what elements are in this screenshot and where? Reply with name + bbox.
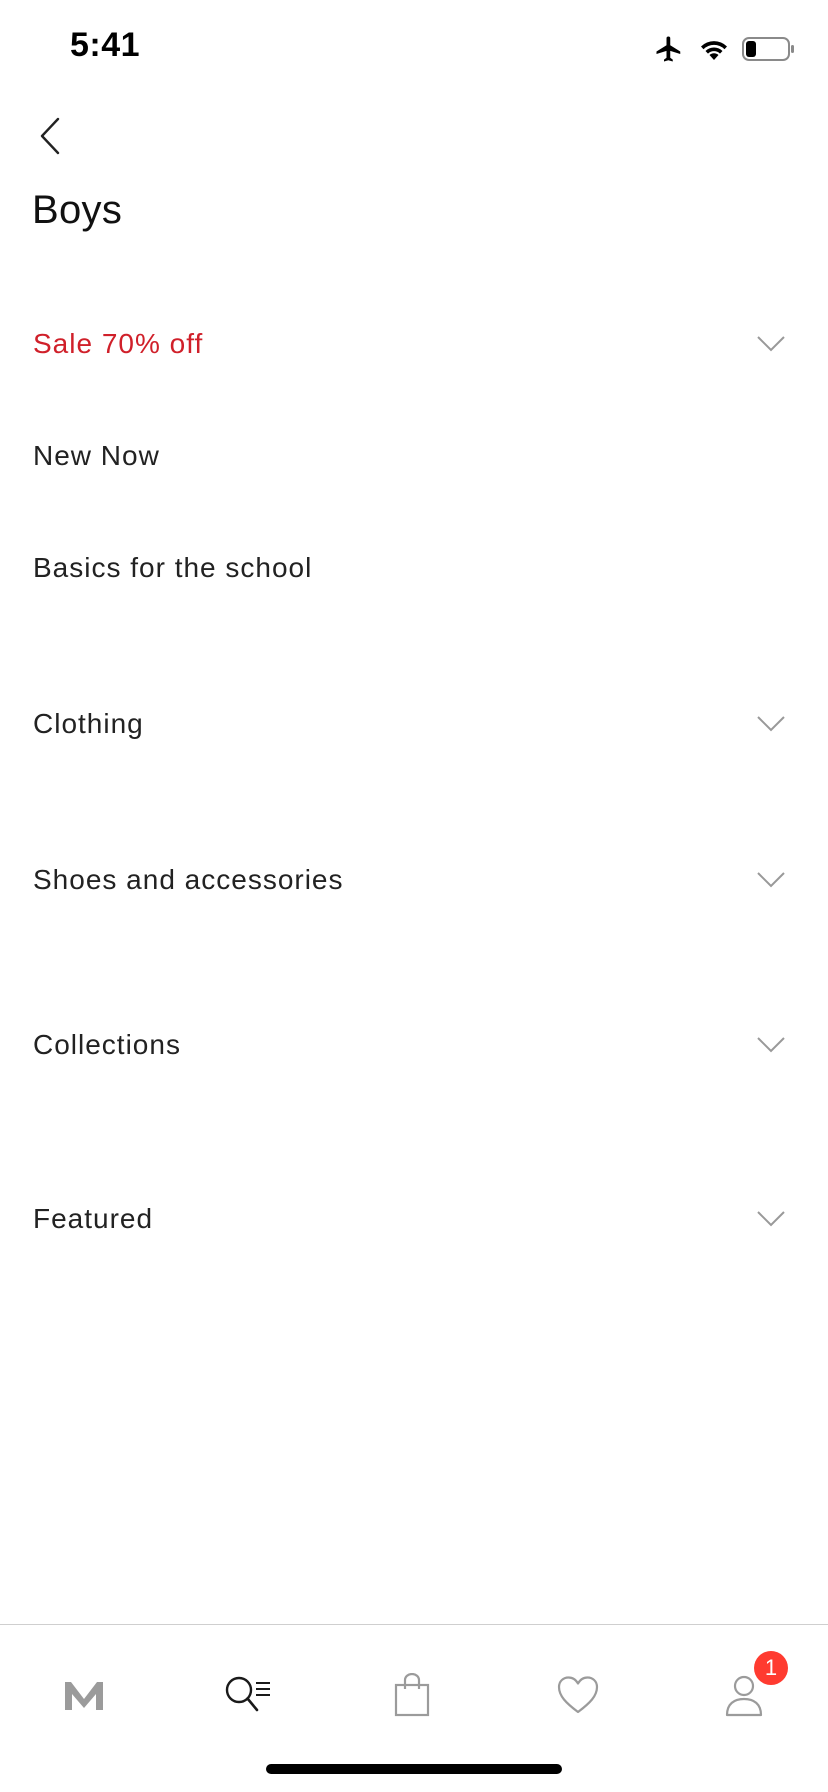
menu-item-label: Clothing bbox=[33, 708, 144, 739]
chevron-down-icon bbox=[757, 872, 785, 888]
status-bar: 5:41 bbox=[0, 0, 828, 100]
menu-item-label: Basics for the school bbox=[33, 552, 313, 583]
tab-favorites[interactable] bbox=[548, 1665, 608, 1725]
chevron-left-icon bbox=[38, 116, 62, 161]
menu-item-label: New Now bbox=[33, 440, 160, 471]
chevron-down-icon bbox=[757, 716, 785, 732]
wifi-icon bbox=[698, 36, 730, 62]
chevron-down-icon bbox=[757, 336, 785, 352]
notification-badge: 1 bbox=[754, 1651, 788, 1685]
menu-item-label: Collections bbox=[33, 1029, 181, 1060]
status-icons bbox=[652, 34, 796, 64]
menu-item-label: Sale 70% off bbox=[33, 328, 204, 359]
tab-search[interactable] bbox=[218, 1665, 278, 1725]
shopping-bag-icon bbox=[392, 1673, 432, 1717]
menu-item-collections[interactable]: Collections bbox=[0, 1005, 828, 1085]
menu-item-label: Shoes and accessories bbox=[33, 864, 344, 895]
menu-item-sale[interactable]: Sale 70% off bbox=[0, 304, 828, 384]
screen: 5:41 Boys Sale 70% off New Now Basics fo… bbox=[0, 0, 828, 1792]
menu-item-shoes-and-accessories[interactable]: Shoes and accessories bbox=[0, 840, 828, 920]
battery-icon bbox=[742, 36, 796, 62]
brand-logo-icon bbox=[62, 1677, 106, 1713]
menu-item-new-now[interactable]: New Now bbox=[0, 416, 828, 496]
menu-item-label: Featured bbox=[33, 1203, 154, 1234]
tab-profile[interactable]: 1 bbox=[714, 1651, 788, 1725]
tab-home[interactable] bbox=[54, 1665, 114, 1725]
page-title: Boys bbox=[32, 188, 123, 232]
airplane-icon bbox=[652, 34, 686, 64]
chevron-down-icon bbox=[757, 1037, 785, 1053]
heart-icon bbox=[556, 1675, 600, 1715]
menu-item-basics-for-the-school[interactable]: Basics for the school bbox=[0, 528, 828, 608]
tab-shopping-bag[interactable] bbox=[382, 1665, 442, 1725]
menu-item-clothing[interactable]: Clothing bbox=[0, 684, 828, 764]
menu-item-featured[interactable]: Featured bbox=[0, 1179, 828, 1259]
chevron-down-icon bbox=[757, 1211, 785, 1227]
home-indicator bbox=[266, 1764, 562, 1774]
back-button[interactable] bbox=[28, 112, 72, 164]
search-menu-icon bbox=[223, 1674, 273, 1716]
status-time: 5:41 bbox=[70, 26, 141, 64]
